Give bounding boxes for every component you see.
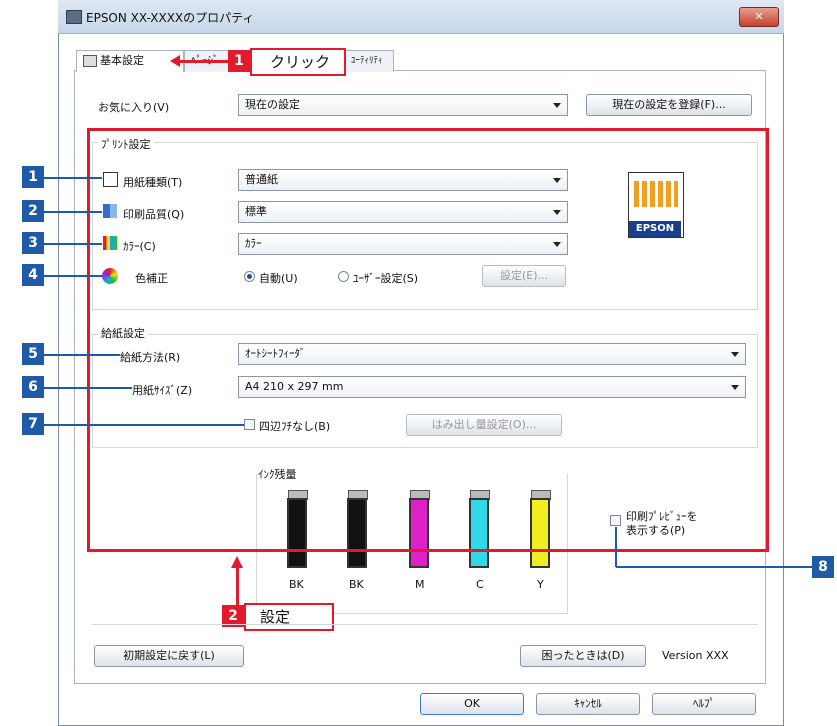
- help-button[interactable]: ﾍﾙﾌﾟ: [652, 693, 756, 715]
- printer-icon: [66, 10, 82, 24]
- footer-divider: [92, 624, 758, 625]
- ink-label-bk1: BK: [289, 578, 304, 591]
- chevron-down-icon: [553, 103, 561, 108]
- close-button[interactable]: ✕: [739, 7, 779, 27]
- cancel-button[interactable]: ｷｬﾝｾﾙ: [536, 693, 640, 715]
- marker-2: 2: [22, 200, 44, 222]
- settings-arrow-head: [231, 556, 243, 568]
- marker-4: 4: [22, 264, 44, 286]
- marker-6-line: [44, 387, 132, 389]
- register-settings-button[interactable]: 現在の設定を登録(F)...: [586, 94, 752, 116]
- reset-defaults-button[interactable]: 初期設定に戻す(L): [94, 645, 244, 667]
- window-title: EPSON XX-XXXXのプロパティ: [86, 11, 255, 25]
- click-arrow-head: [170, 55, 180, 67]
- marker-1: 1: [22, 166, 44, 188]
- ink-label-c: C: [476, 578, 484, 591]
- tab-basic-label: 基本設定: [100, 54, 144, 67]
- favorites-select[interactable]: 現在の設定: [238, 94, 568, 116]
- marker-4-line: [44, 275, 102, 277]
- ink-label-bk2: BK: [349, 578, 364, 591]
- marker-1-line: [44, 177, 102, 179]
- callout-click-label: クリック: [270, 53, 331, 71]
- tab-utility[interactable]: ﾕｰﾃｨﾘﾃｨ: [344, 50, 394, 72]
- marker-7-line: [44, 424, 244, 426]
- settings-arrow: [236, 566, 239, 606]
- click-arrow: [178, 60, 228, 63]
- marker-8: 8: [812, 556, 834, 578]
- tab-utility-label: ﾕｰﾃｨﾘﾃｨ: [351, 56, 383, 66]
- marker-3-line: [44, 243, 102, 245]
- ok-button[interactable]: OK: [420, 693, 524, 715]
- callout-click: クリック: [250, 48, 346, 76]
- marker-3: 3: [22, 232, 44, 254]
- favorites-value: 現在の設定: [245, 98, 300, 111]
- ink-label-m: M: [415, 578, 425, 591]
- version-text: Version XXX: [662, 649, 729, 662]
- marker-8-line-vertical: [615, 527, 617, 567]
- marker-5: 5: [22, 343, 44, 365]
- callout-settings: 設定: [244, 603, 334, 631]
- favorites-label: お気に入り(V): [98, 101, 170, 114]
- ink-label-y: Y: [537, 578, 544, 591]
- marker-2-line: [44, 211, 102, 213]
- troubleshoot-button[interactable]: 困ったときは(D): [520, 645, 646, 667]
- settings-highlight-box: [87, 128, 769, 552]
- marker-5-line: [44, 354, 120, 356]
- callout-1-badge: 1: [228, 50, 250, 72]
- tab-basic[interactable]: 基本設定: [76, 50, 184, 72]
- marker-7: 7: [22, 413, 44, 435]
- marker-8-line: [616, 566, 812, 568]
- marker-6: 6: [22, 376, 44, 398]
- printer-tab-icon: [83, 55, 97, 67]
